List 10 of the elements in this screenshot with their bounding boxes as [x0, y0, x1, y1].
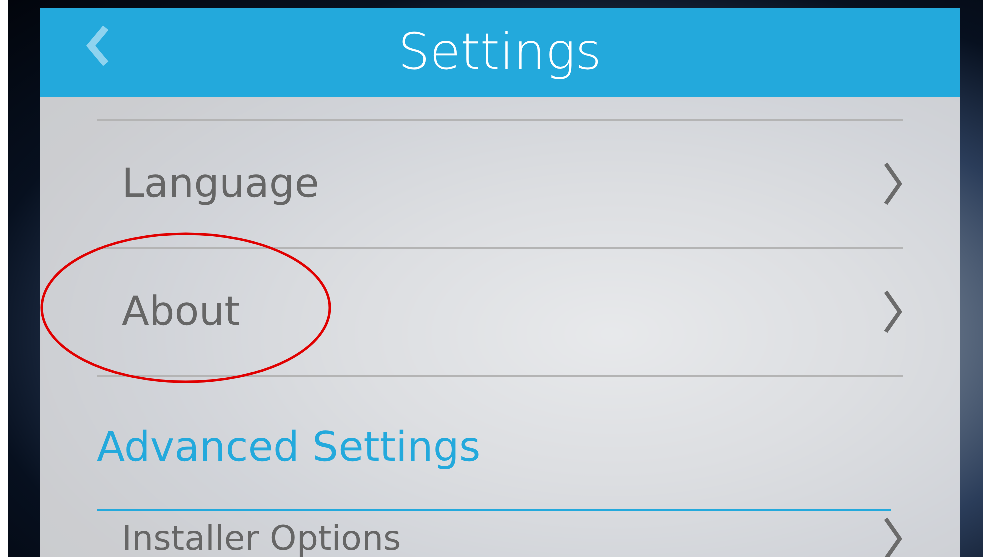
settings-menu-item[interactable]: About — [97, 249, 903, 375]
chevron-right-icon — [883, 290, 903, 334]
back-button[interactable] — [86, 26, 110, 66]
back-chevron-icon — [86, 26, 110, 66]
chevron-right-icon — [883, 162, 903, 206]
chevron-right-icon — [883, 517, 903, 557]
settings-menu-item[interactable]: Installer Options — [97, 519, 903, 557]
screen-title: Settings — [398, 22, 602, 83]
section-heading: Advanced Settings — [97, 422, 481, 473]
settings-menu-item[interactable]: Language — [97, 121, 903, 247]
